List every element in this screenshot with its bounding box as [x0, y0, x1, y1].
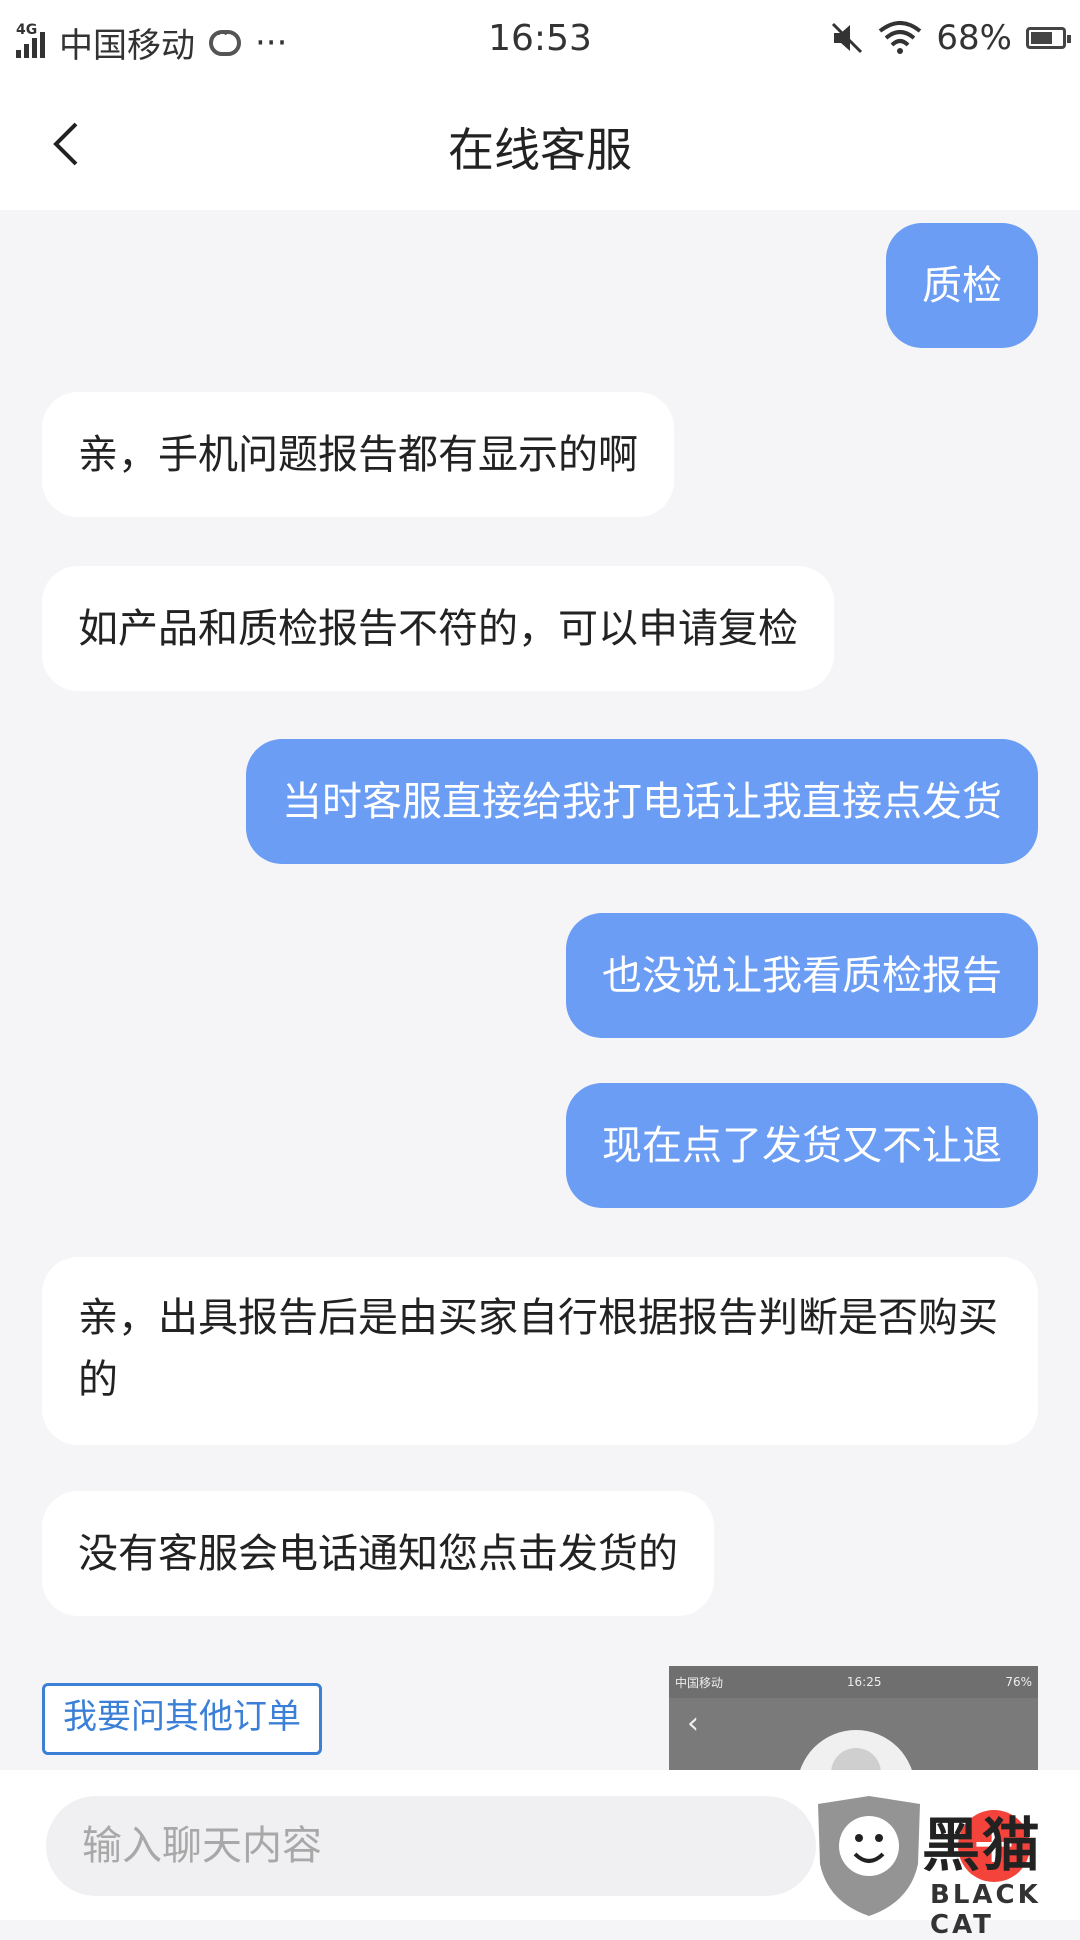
thumbnail-status-bar: 中国移动 16:25 76% — [669, 1666, 1038, 1698]
watermark-logo: 黑猫 BLACK CAT — [810, 1788, 1080, 1940]
image-message-thumbnail[interactable]: 中国移动 16:25 76% ‹ — [669, 1666, 1038, 1770]
watermark-subtext: BLACK CAT — [930, 1880, 1041, 1940]
thumbnail-time: 16:25 — [846, 1675, 882, 1689]
thumbnail-carrier: 中国移动 — [675, 1675, 724, 1690]
ask-other-order-button[interactable]: 我要问其他订单 — [42, 1683, 322, 1755]
battery-icon — [1026, 27, 1071, 49]
message-bubble-incoming[interactable]: 亲，手机问题报告都有显示的啊 — [42, 392, 674, 517]
message-bubble-outgoing[interactable]: 现在点了发货又不让退 — [566, 1083, 1038, 1208]
status-right: 68% — [830, 18, 1071, 58]
chat-input[interactable]: 输入聊天内容 — [46, 1796, 816, 1896]
black-cat-logo-icon — [818, 1796, 920, 1916]
message-bubble-outgoing[interactable]: 当时客服直接给我打电话让我直接点发货 — [246, 739, 1038, 864]
battery-percent: 68% — [936, 18, 1012, 58]
message-bubble-outgoing[interactable]: 也没说让我看质检报告 — [566, 913, 1038, 1038]
message-bubble-outgoing[interactable]: 质检 — [886, 223, 1038, 348]
thumbnail-battery: 76% — [1005, 1675, 1032, 1689]
thumbnail-avatar — [797, 1730, 915, 1770]
message-bubble-incoming[interactable]: 没有客服会电话通知您点击发货的 — [42, 1491, 714, 1616]
mute-icon — [832, 22, 863, 54]
chat-area[interactable]: 质检 亲，手机问题报告都有显示的啊 如产品和质检报告不符的，可以申请复检 当时客… — [0, 210, 1080, 1770]
status-bar: 4G 中国移动 ··· 16:53 68% — [0, 0, 1080, 78]
page-title: 在线客服 — [448, 123, 632, 177]
message-bubble-incoming[interactable]: 如产品和质检报告不符的，可以申请复检 — [42, 566, 834, 691]
message-bubble-incoming[interactable]: 亲，出具报告后是由买家自行根据报告判断是否购买的 — [42, 1257, 1038, 1445]
watermark-text: 黑猫 — [922, 1811, 1043, 1879]
wifi-icon — [879, 21, 922, 54]
top-bar: 在线客服 — [0, 78, 1080, 210]
thumbnail-back-icon: ‹ — [687, 1706, 699, 1741]
